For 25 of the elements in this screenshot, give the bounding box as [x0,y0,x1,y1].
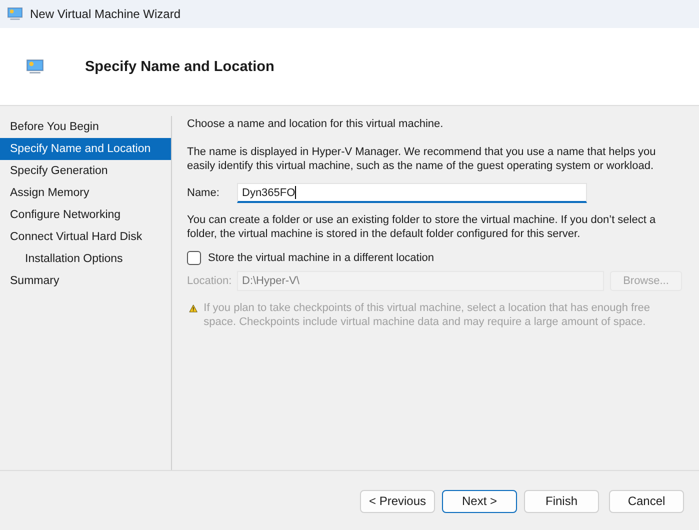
wizard-step[interactable]: Summary [0,270,171,292]
help-text: You can create a folder or use an existing folder to store the virtual machine. If you don’t select a folder, the virtual machine is stored in the default folder configured for this server. [187,213,657,241]
name-label: Name: [187,187,220,199]
wizard-button[interactable]: Next > [442,490,517,512]
wizard-button[interactable]: Finish [524,490,599,512]
wizard-step[interactable]: Assign Memory [0,182,171,204]
intro-text: Choose a name and location for this virtual machine. [187,118,444,130]
monitor-icon [26,58,44,74]
wizard-step[interactable]: Connect Virtual Hard Disk [0,226,171,248]
wizard-step[interactable]: Specify Generation [0,160,171,182]
help-text: The name is displayed in Hyper-V Manager. We recommend that you use a name that helps you easily identify this virtual machine, such as the name of the guest operating system or workload. [187,145,657,173]
wizard-button[interactable]: Cancel [609,490,684,512]
wizard-step[interactable]: Configure Networking [0,204,171,226]
wizard-step[interactable]: Installation Options [0,248,171,270]
wizard-step[interactable]: Specify Name and Location [0,138,171,160]
warning-text: If you plan to take checkpoints of this virtual machine, select a location that has enough free space. Checkpoints include virtual machine data and may require a large amount of space. [204,301,652,329]
window-title: New Virtual Machine Wizard [30,7,180,21]
checkbox[interactable] [187,251,201,265]
app-icon [7,7,23,21]
page-title: Specify Name and Location [85,58,274,74]
location-label: Location: [187,275,233,287]
wizard-button[interactable]: < Previous [360,490,435,512]
checkbox-label: Store the virtual machine in a different location [208,252,434,264]
name-field[interactable]: Dyn365FO [237,183,587,203]
wizard-step[interactable]: Before You Begin [0,116,171,138]
